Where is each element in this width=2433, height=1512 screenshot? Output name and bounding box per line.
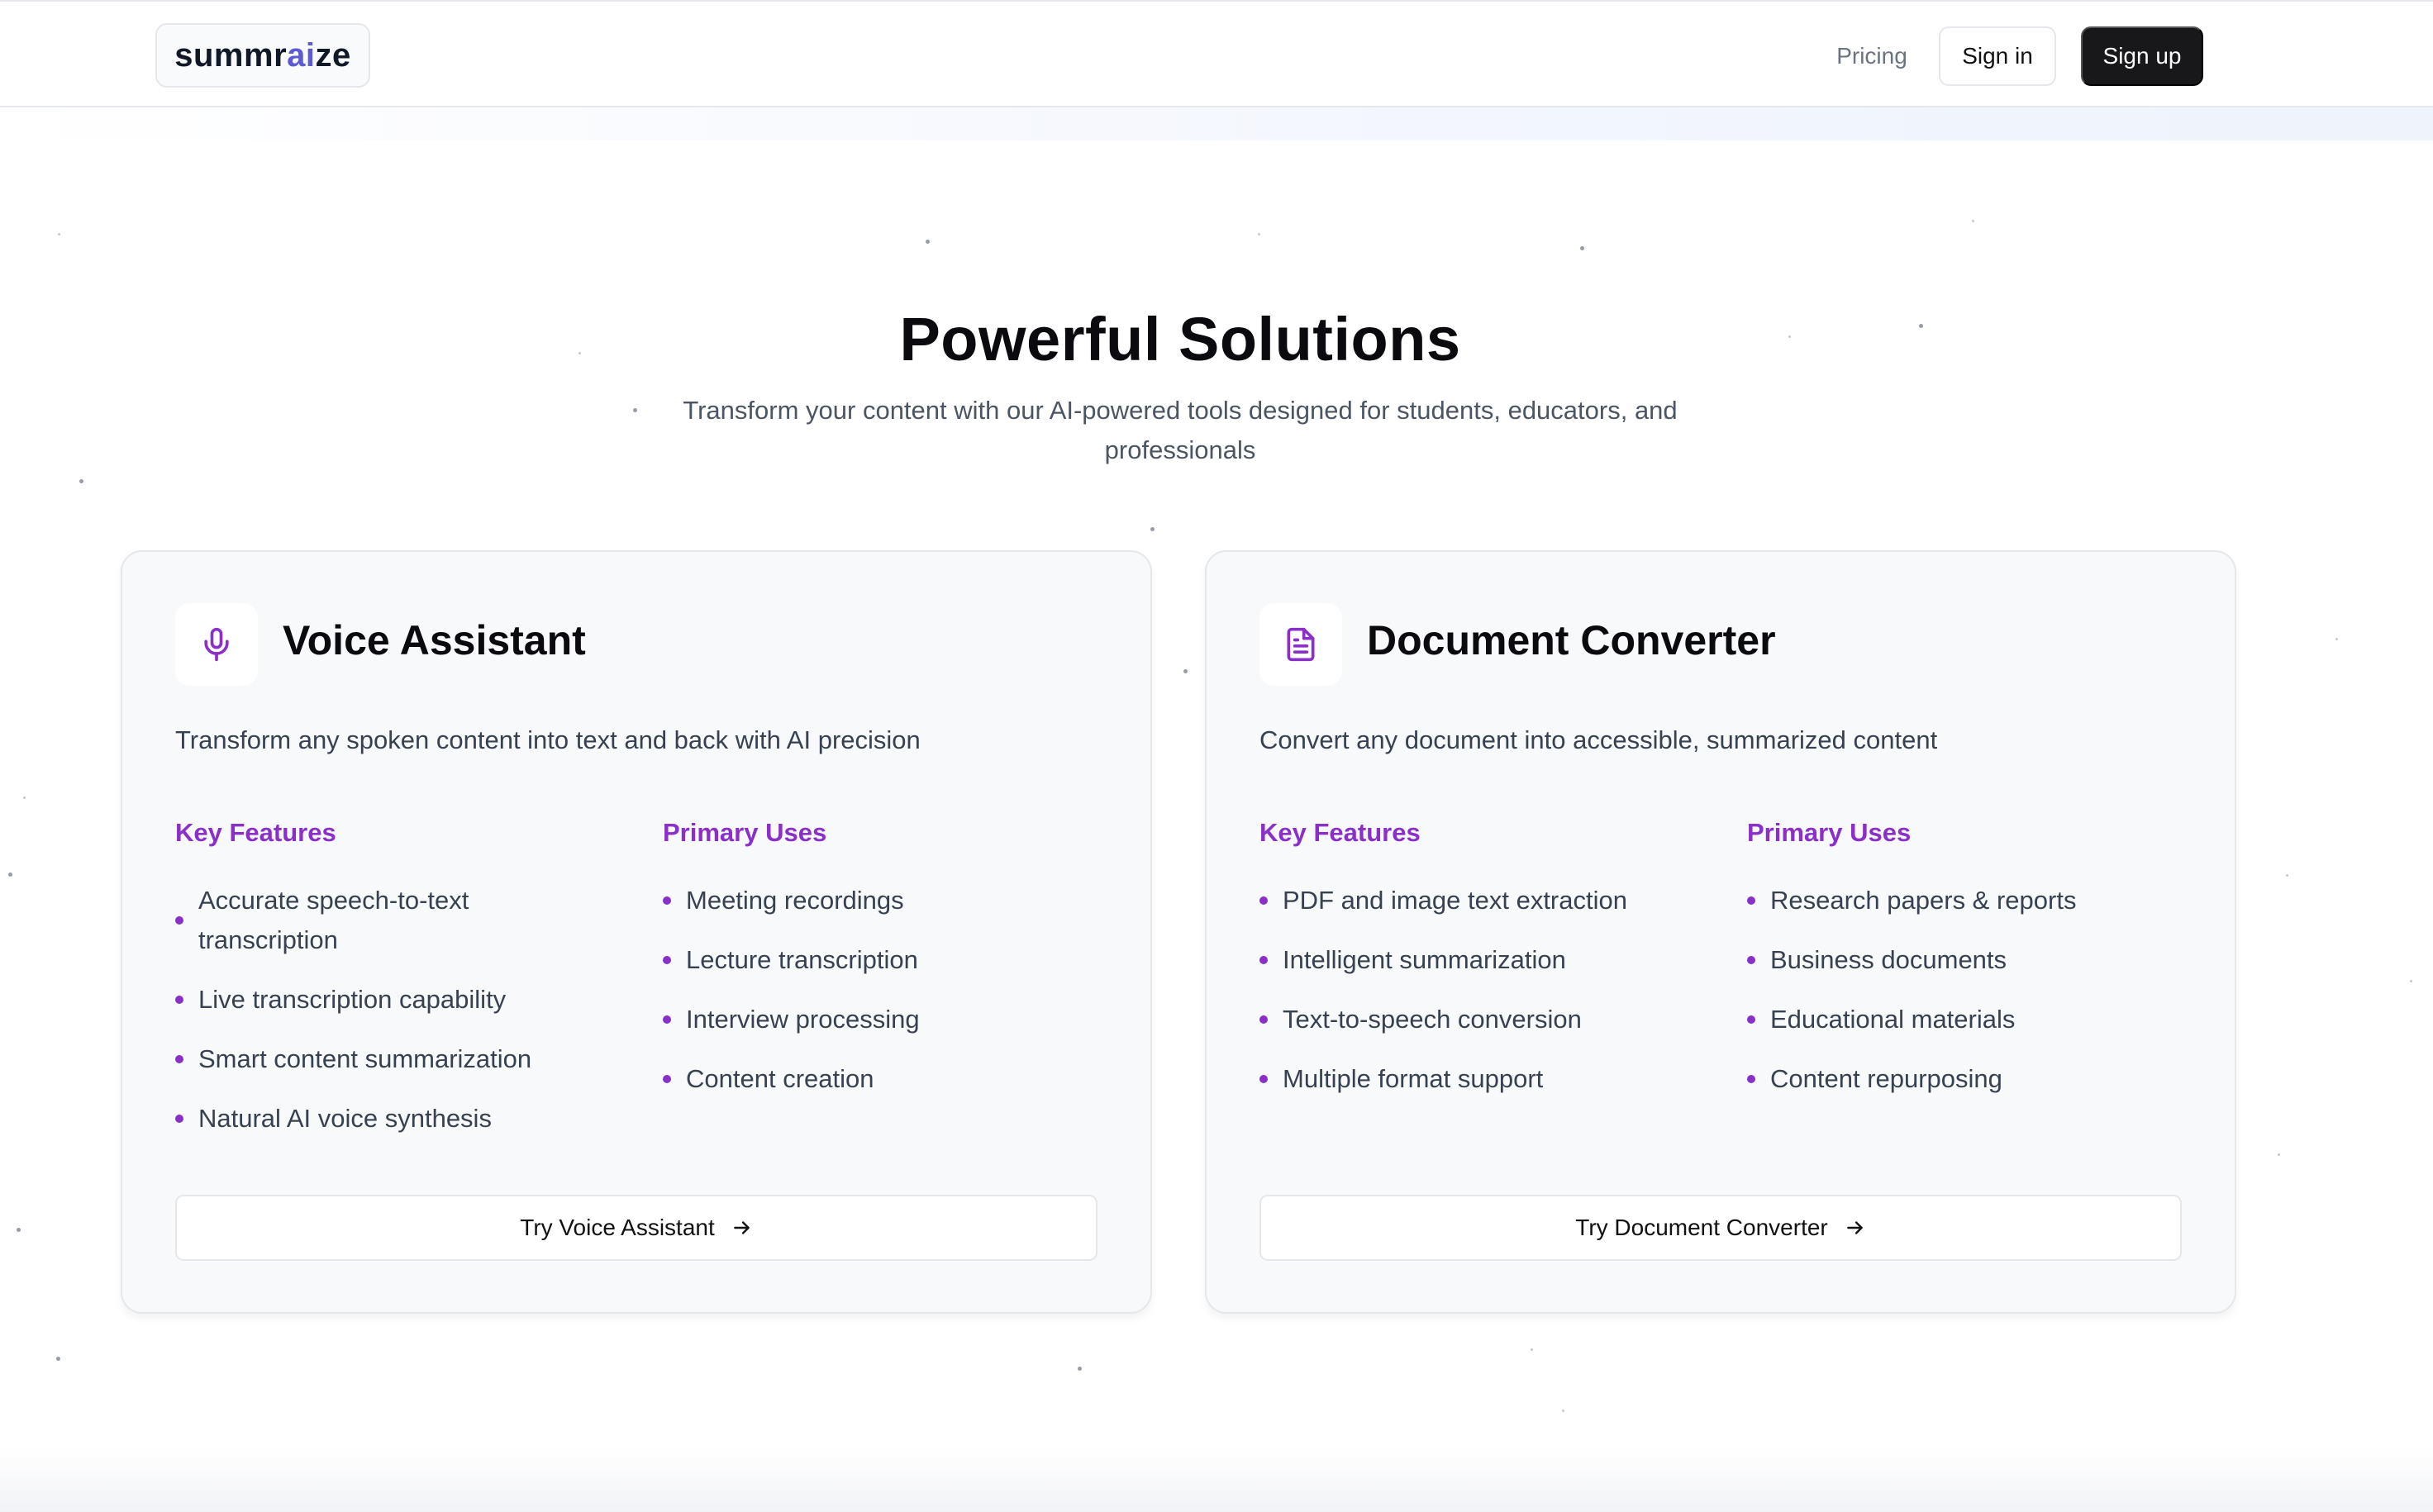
- key-features-heading: Key Features: [1259, 818, 1421, 847]
- button-label: Try Voice Assistant: [520, 1215, 715, 1240]
- summraize-logo[interactable]: summr ai ze: [155, 23, 370, 88]
- page-title: Powerful Solutions: [899, 304, 1461, 373]
- list-item: Multiple format support: [1259, 1059, 1722, 1099]
- card-description: Convert any document into accessible, su…: [1259, 725, 1938, 754]
- logo-text-end: ze: [315, 36, 351, 74]
- list-item: Live transcription capability: [175, 980, 605, 1020]
- list-item: Content creation: [663, 1059, 1093, 1099]
- list-item: Intelligent summarization: [1259, 940, 1722, 980]
- logo-text-start: summr: [174, 36, 288, 74]
- list-item: Business documents: [1747, 940, 2177, 980]
- list-item: Lecture transcription: [663, 940, 1093, 980]
- top-navigation-bar: summr ai ze Pricing Sign in Sign up: [0, 0, 2433, 107]
- card-description: Transform any spoken content into text a…: [175, 725, 921, 754]
- button-label: Try Document Converter: [1575, 1215, 1828, 1240]
- logo-text-accent: ai: [287, 36, 316, 74]
- list-item: Smart content summarization: [175, 1039, 605, 1079]
- list-item: Accurate speech-to-text transcription: [175, 881, 562, 960]
- card-title: Document Converter: [1367, 617, 1776, 663]
- list-item: PDF and image text extraction: [1259, 881, 1722, 920]
- list-item: Natural AI voice synthesis: [175, 1099, 605, 1139]
- document-converter-card: Document Converter Convert any document …: [1205, 550, 2236, 1314]
- list-item: Research papers & reports: [1747, 881, 2177, 920]
- sign-in-button[interactable]: Sign in: [1939, 26, 2056, 86]
- primary-uses-heading: Primary Uses: [663, 818, 827, 847]
- primary-uses-heading: Primary Uses: [1747, 818, 1912, 847]
- page-subtitle: Transform your content with our AI-power…: [683, 396, 1678, 464]
- card-title: Voice Assistant: [283, 617, 586, 663]
- document-icon: [1259, 603, 1342, 686]
- primary-uses-list: Research papers & reports Business docum…: [1747, 881, 2177, 1119]
- microphone-icon: [175, 603, 258, 686]
- primary-uses-list: Meeting recordings Lecture transcription…: [663, 881, 1093, 1119]
- next-section-edge: [0, 1448, 2433, 1512]
- arrow-right-icon: [1845, 1217, 1866, 1239]
- nav-link-pricing[interactable]: Pricing: [1826, 31, 1917, 81]
- key-features-list: Accurate speech-to-text transcription Li…: [175, 881, 605, 1158]
- list-item: Educational materials: [1747, 1000, 2177, 1039]
- list-item: Text-to-speech conversion: [1259, 1000, 1722, 1039]
- list-item: Content repurposing: [1747, 1059, 2177, 1099]
- list-item: Interview processing: [663, 1000, 1093, 1039]
- list-item: Meeting recordings: [663, 881, 1093, 920]
- arrow-right-icon: [731, 1217, 753, 1239]
- key-features-list: PDF and image text extraction Intelligen…: [1259, 881, 1722, 1119]
- header-gradient-strip: [0, 107, 2433, 140]
- key-features-heading: Key Features: [175, 818, 336, 847]
- sign-up-button[interactable]: Sign up: [2081, 26, 2203, 86]
- try-document-converter-button[interactable]: Try Document Converter: [1259, 1195, 2182, 1261]
- try-voice-assistant-button[interactable]: Try Voice Assistant: [175, 1195, 1097, 1261]
- voice-assistant-card: Voice Assistant Transform any spoken con…: [121, 550, 1152, 1314]
